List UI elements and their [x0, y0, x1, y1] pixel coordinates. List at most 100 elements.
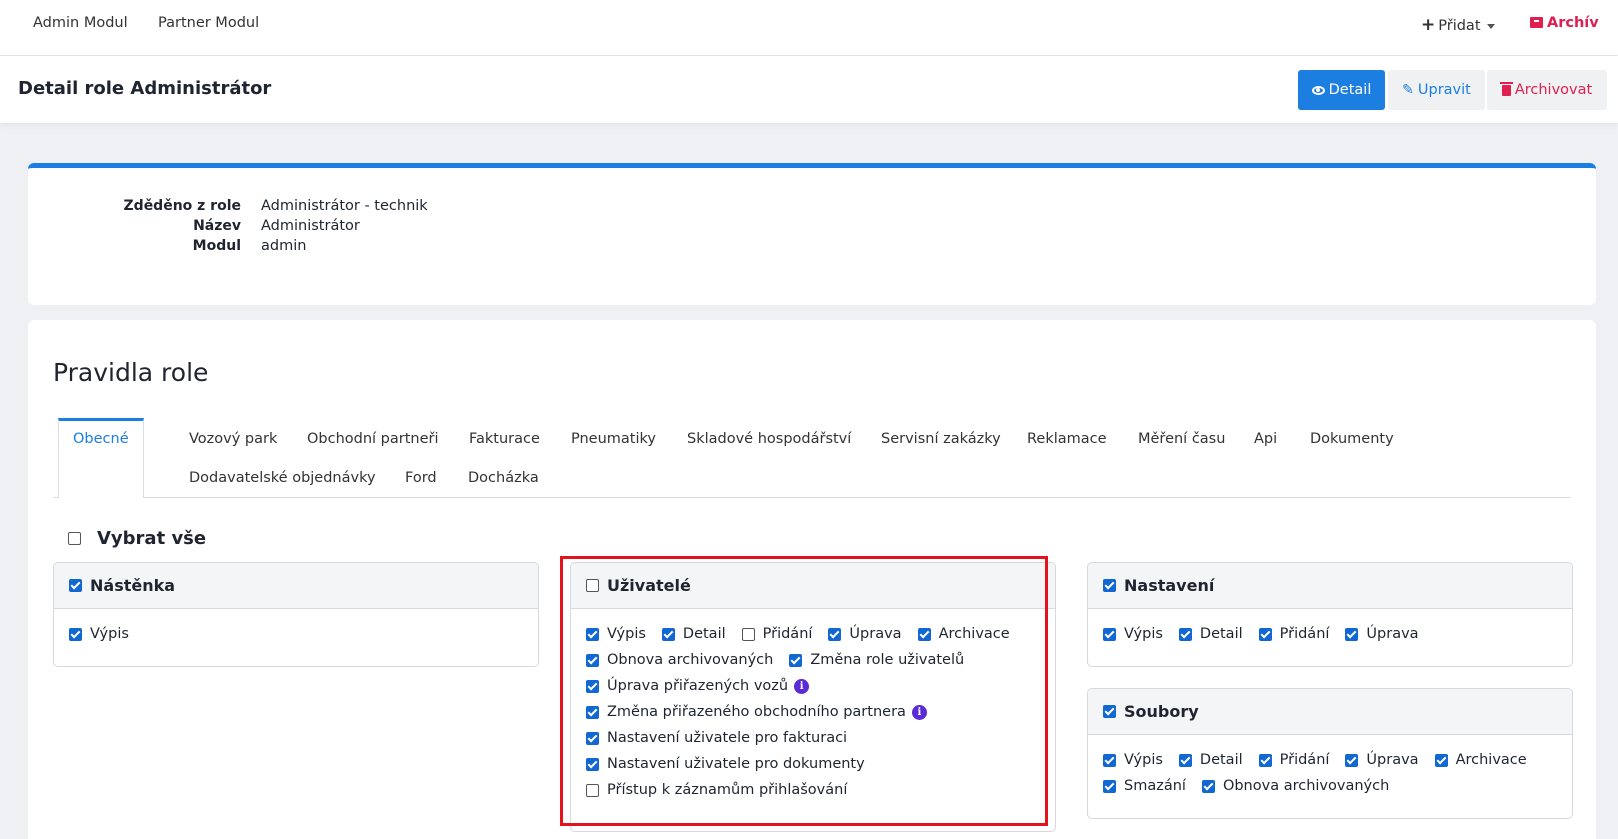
panel-checkbox[interactable]: [1103, 579, 1116, 592]
detail-button[interactable]: Detail: [1298, 70, 1385, 110]
tab-reklamace[interactable]: Reklamace: [1027, 431, 1107, 447]
permission-checkbox[interactable]: [741, 627, 755, 641]
permission-checkbox[interactable]: [1201, 779, 1215, 793]
info-row: Zděděno z role Administrátor - technik: [28, 198, 1596, 218]
nav-admin-modul[interactable]: Admin Modul: [33, 15, 128, 31]
permission-item[interactable]: Obnova archivovaných: [586, 652, 773, 668]
permission-item[interactable]: Výpis: [1103, 626, 1163, 642]
permission-label: Detail: [1199, 752, 1243, 768]
permission-item[interactable]: Detail: [1178, 626, 1243, 642]
permission-checkbox[interactable]: [1345, 753, 1359, 767]
edit-button-label: Upravit: [1417, 82, 1471, 98]
permission-item[interactable]: Úprava přiřazených vozů i: [586, 678, 810, 694]
rules-title: Pravidla role: [53, 358, 209, 387]
permission-item[interactable]: Přidání: [1258, 626, 1329, 642]
permission-checkbox[interactable]: [1258, 753, 1272, 767]
permission-label: Archivace: [938, 626, 1010, 642]
permission-item[interactable]: Archivace: [1434, 752, 1527, 768]
permission-checkbox[interactable]: [1103, 779, 1116, 793]
permission-item[interactable]: Úprava: [1345, 752, 1419, 768]
permission-label: Přidání: [1279, 752, 1330, 768]
permission-checkbox[interactable]: [917, 627, 931, 641]
top-navbar: Admin Modul Partner Modul + Přidat Archív: [0, 0, 1618, 56]
permission-checkbox[interactable]: [1103, 627, 1116, 641]
permission-checkbox[interactable]: [586, 731, 599, 745]
tab-mereni-casu[interactable]: Měření času: [1138, 431, 1225, 447]
permission-item[interactable]: Detail: [1178, 752, 1243, 768]
permission-item[interactable]: Nastavení uživatele pro dokumenty: [586, 756, 865, 772]
select-all-checkbox[interactable]: [68, 532, 81, 545]
tab-fakturace[interactable]: Fakturace: [469, 431, 540, 447]
permission-checkbox[interactable]: [828, 627, 842, 641]
permission-item[interactable]: Výpis: [1103, 752, 1163, 768]
permission-checkbox[interactable]: [789, 653, 803, 667]
permission-checkbox[interactable]: [1103, 753, 1116, 767]
permission-checkbox[interactable]: [1434, 753, 1448, 767]
tab-api[interactable]: Api: [1254, 431, 1277, 447]
permission-checkbox[interactable]: [586, 705, 599, 719]
permission-checkbox[interactable]: [1178, 627, 1192, 641]
permission-label: Úprava: [849, 626, 902, 642]
tab-vozovy-park[interactable]: Vozový park: [189, 431, 277, 447]
permission-checkbox[interactable]: [586, 783, 599, 797]
panel-title: Nastavení: [1124, 576, 1215, 595]
permission-item[interactable]: Úprava: [1345, 626, 1419, 642]
permission-item[interactable]: Výpis: [69, 626, 129, 642]
permission-item[interactable]: Změna přiřazeného obchodního partnera i: [586, 704, 927, 720]
permission-checkbox[interactable]: [69, 627, 82, 641]
panel-header: Nastavení: [1088, 563, 1572, 609]
permission-checkbox[interactable]: [586, 679, 599, 693]
permission-item[interactable]: Obnova archivovaných: [1201, 778, 1389, 794]
panel-header: Soubory: [1088, 689, 1572, 735]
panel-checkbox[interactable]: [1103, 705, 1116, 718]
permission-item[interactable]: Úprava: [828, 626, 902, 642]
edit-button[interactable]: ✎ Upravit: [1388, 70, 1485, 110]
add-dropdown-label: Přidat: [1438, 18, 1481, 34]
role-info-card: Zděděno z role Administrátor - technik Ná…: [28, 163, 1596, 305]
tab-pneumatiky[interactable]: Pneumatiky: [571, 431, 656, 447]
info-key: Modul: [192, 238, 241, 254]
permission-item[interactable]: Archivace: [917, 626, 1010, 642]
tab-servisni-zakazky[interactable]: Servisní zakázky: [881, 431, 1001, 447]
tab-ford[interactable]: Ford: [405, 470, 437, 486]
permission-checkbox[interactable]: [661, 627, 675, 641]
archive-button[interactable]: Archivovat: [1487, 70, 1607, 110]
panel-checkbox[interactable]: [69, 579, 82, 592]
permission-item[interactable]: Přístup k záznamům přihlašování: [586, 782, 847, 798]
permission-item[interactable]: Výpis: [586, 626, 646, 642]
permission-label: Výpis: [1124, 752, 1163, 768]
archiv-link[interactable]: Archív: [1530, 15, 1599, 31]
permission-item[interactable]: Přidání: [1258, 752, 1330, 768]
tab-dodavatelske-objednavky[interactable]: Dodavatelské objednávky: [189, 470, 376, 486]
permission-checkbox[interactable]: [586, 653, 599, 667]
select-all-label: Vybrat vše: [97, 528, 207, 549]
permission-item[interactable]: Přidání: [741, 626, 812, 642]
page-header: Detail role Administrátor Detail ✎ Upravi…: [0, 56, 1618, 123]
panel-uzivatele: Uživatelé Výpis Detail Přidání Úprava Ar…: [570, 562, 1056, 832]
select-all[interactable]: Vybrat vše: [68, 528, 206, 549]
permission-label: Nastavení uživatele pro dokumenty: [607, 756, 865, 772]
permission-label: Obnova archivovaných: [607, 652, 774, 668]
permission-checkbox[interactable]: [586, 627, 599, 641]
panel-checkbox[interactable]: [586, 579, 599, 592]
add-dropdown[interactable]: + Přidat: [1421, 15, 1495, 35]
permission-checkbox[interactable]: [586, 757, 599, 771]
tab-skladove-hospodarstvi[interactable]: Skladové hospodářství: [687, 431, 851, 447]
tab-obecne[interactable]: Obecné: [58, 418, 144, 498]
tab-dochazka[interactable]: Docházka: [468, 470, 539, 486]
tab-obchodni-partneri[interactable]: Obchodní partneři: [307, 431, 439, 447]
info-icon[interactable]: i: [911, 704, 927, 720]
panel-nastenka: Nástěnka Výpis: [53, 562, 539, 667]
permission-checkbox[interactable]: [1178, 753, 1192, 767]
permission-item[interactable]: Detail: [661, 626, 726, 642]
nav-partner-modul[interactable]: Partner Modul: [158, 15, 259, 31]
permission-label: Úprava přiřazených vozů: [607, 678, 789, 694]
permission-item[interactable]: Nastavení uživatele pro fakturaci: [586, 730, 847, 746]
info-key: Název: [193, 218, 241, 234]
info-icon[interactable]: i: [794, 678, 810, 694]
permission-item[interactable]: Smazání: [1103, 778, 1186, 794]
tab-dokumenty[interactable]: Dokumenty: [1310, 431, 1394, 447]
permission-checkbox[interactable]: [1258, 627, 1272, 641]
permission-checkbox[interactable]: [1345, 627, 1359, 641]
permission-item[interactable]: Změna role uživatelů: [789, 652, 964, 668]
